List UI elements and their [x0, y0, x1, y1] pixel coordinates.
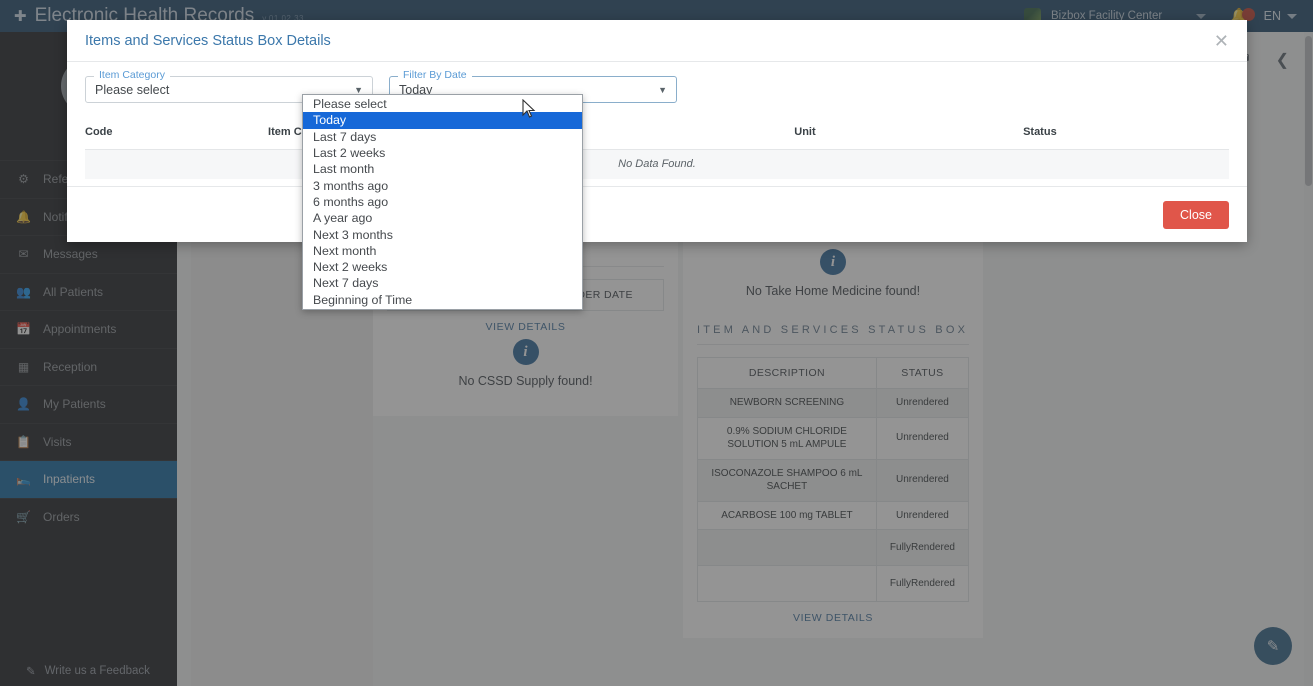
- table-header-row: Code Item Category Unit Status: [85, 120, 1229, 150]
- modal-title: Items and Services Status Box Details: [85, 33, 331, 49]
- dropdown-option[interactable]: Last month: [303, 161, 582, 177]
- dropdown-option[interactable]: Beginning of Time: [303, 292, 582, 308]
- dropdown-option-selected[interactable]: Today: [303, 112, 582, 128]
- dropdown-option[interactable]: A year ago: [303, 210, 582, 226]
- dropdown-option[interactable]: 3 months ago: [303, 177, 582, 193]
- dropdown-option[interactable]: Next month: [303, 243, 582, 259]
- dropdown-option[interactable]: Please select: [303, 96, 582, 112]
- filters-row: Item Category Please select ▼ Filter By …: [85, 76, 1229, 103]
- filter-by-date-dropdown[interactable]: Please select Today Last 7 days Last 2 w…: [302, 94, 583, 310]
- dropdown-option[interactable]: Next 2 weeks: [303, 259, 582, 275]
- dropdown-option[interactable]: Next 7 days: [303, 275, 582, 291]
- modal-body: Item Category Please select ▼ Filter By …: [67, 62, 1247, 186]
- close-icon[interactable]: ✕: [1214, 32, 1229, 50]
- chevron-down-icon: ▼: [658, 85, 667, 95]
- dropdown-option[interactable]: 6 months ago: [303, 194, 582, 210]
- dropdown-option[interactable]: Next 3 months: [303, 226, 582, 242]
- application-root: ✚ Electronic Health Records v.01.02.33 B…: [0, 0, 1313, 686]
- empty-message: No Data Found.: [85, 150, 1229, 179]
- modal-footer: Close: [67, 186, 1247, 242]
- table-empty-row: No Data Found.: [85, 150, 1229, 179]
- modal-results-table: Code Item Category Unit Status No Data F…: [85, 120, 1229, 179]
- chevron-down-icon: ▼: [354, 85, 363, 95]
- dropdown-option[interactable]: Last 2 weeks: [303, 145, 582, 161]
- column-header: Unit: [794, 120, 1023, 150]
- items-services-status-modal: Items and Services Status Box Details ✕ …: [67, 20, 1247, 242]
- filter-by-date-legend: Filter By Date: [398, 69, 472, 81]
- modal-header: Items and Services Status Box Details ✕: [67, 20, 1247, 62]
- dropdown-option[interactable]: Last 7 days: [303, 129, 582, 145]
- column-header: Code: [85, 120, 268, 150]
- column-header: Status: [1023, 120, 1229, 150]
- item-category-legend: Item Category: [94, 69, 170, 81]
- close-button[interactable]: Close: [1163, 201, 1229, 229]
- item-category-value: Please select: [95, 83, 169, 97]
